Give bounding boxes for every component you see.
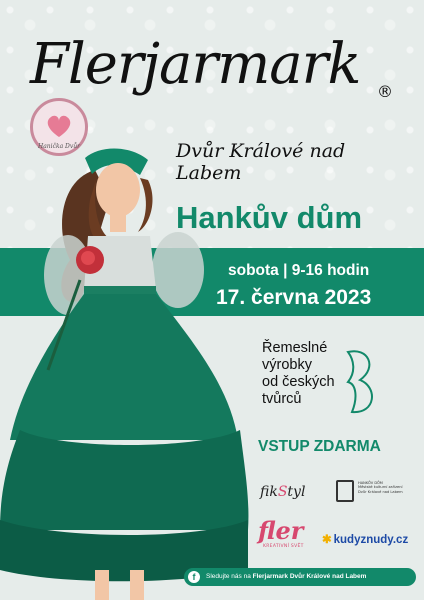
fikstyl-part: S	[277, 484, 288, 500]
date-full: 17. června 2023	[216, 286, 372, 309]
hankuv-dum-logo: HANKŮV DŮM Městské kulturní zařízení Dvů…	[358, 481, 416, 494]
kudyznudy-logo: ✱ kudyznudy.cz	[322, 532, 418, 546]
fler-subtitle: KREATIVNÍ SVĚT	[263, 544, 304, 549]
facebook-footer[interactable]: f Sledujte nás na Flerjarmark Dvůr Králo…	[184, 568, 416, 586]
venue-heading: Hankův dům	[176, 200, 363, 235]
facebook-icon: f	[188, 571, 200, 583]
hankuv-dum-icon	[336, 480, 354, 502]
fikstyl-part: tyl	[287, 484, 306, 500]
footer-page-name: Flerjarmark Dvůr Králové nad Labem	[252, 573, 367, 580]
footer-prefix: Sledujte nás na	[206, 573, 253, 580]
kudyznudy-icon: ✱	[322, 534, 332, 546]
butterfly-icon	[346, 350, 373, 414]
date-day-hours: sobota | 9-16 hodin	[228, 262, 370, 279]
fler-logo: fler	[258, 516, 304, 545]
fikstyl-logo: fikStyl	[260, 484, 330, 500]
fikstyl-part: fik	[260, 484, 278, 500]
registered-mark: ®	[377, 82, 393, 101]
kudyznudy-text: kudyznudy.cz	[333, 534, 409, 546]
poster: { "title": "Flerjarmark", "registered_ma…	[0, 0, 424, 600]
page-title: Flerjarmark	[30, 32, 361, 97]
free-entry-label: VSTUP ZDARMA	[258, 438, 381, 455]
hankuv-dum-line: Dvůr Králové nad Labem	[358, 489, 403, 494]
